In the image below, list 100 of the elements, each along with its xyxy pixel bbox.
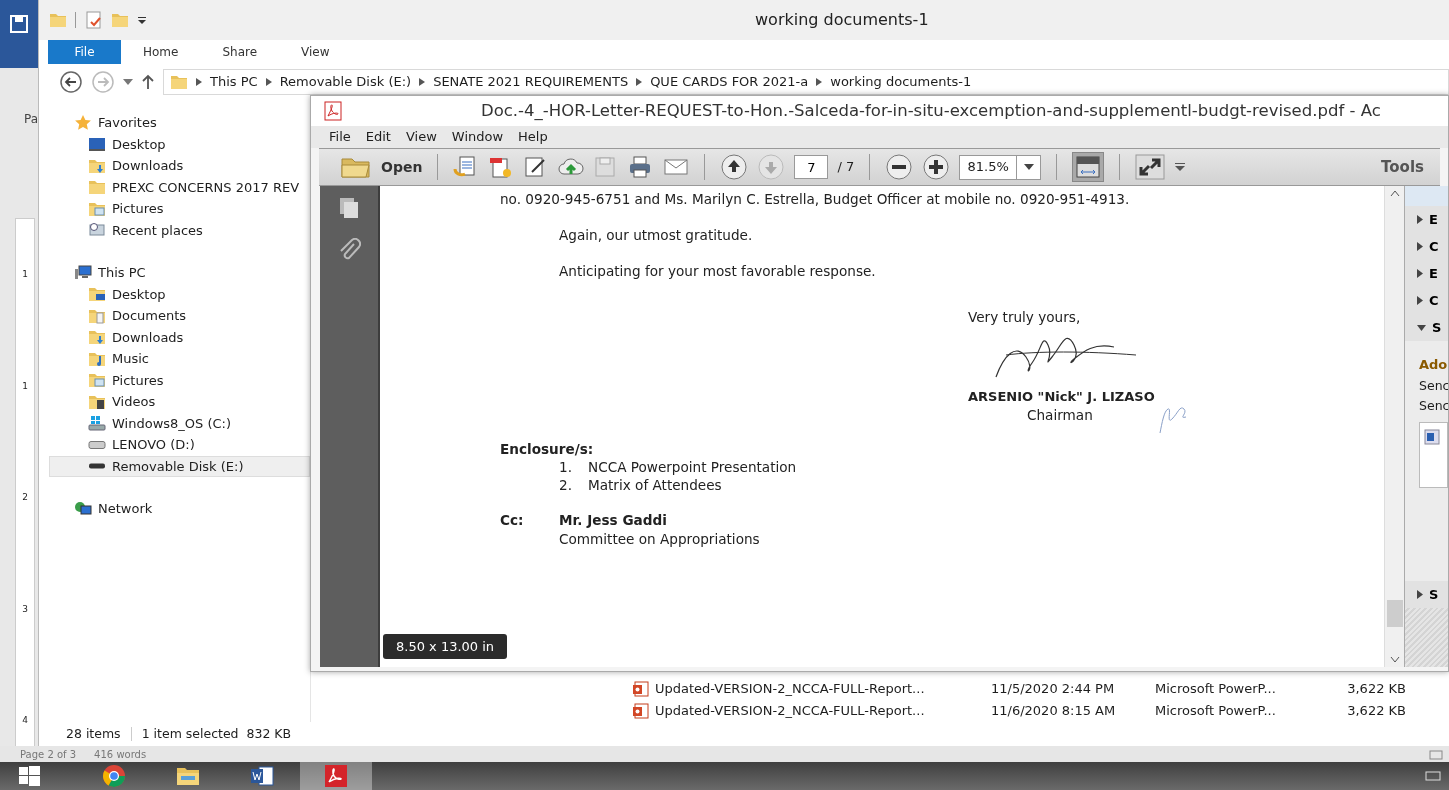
panel-section[interactable]: E — [1405, 206, 1448, 233]
scroll-down-icon[interactable] — [1389, 657, 1400, 663]
network-icon — [74, 499, 92, 518]
breadcrumb-item[interactable]: Removable Disk (E:) — [279, 72, 412, 92]
window-title: working documents-1 — [755, 9, 929, 31]
nav-item[interactable]: Videos — [49, 391, 310, 413]
zoom-in-icon[interactable] — [922, 153, 951, 181]
nav-label: Downloads — [112, 328, 184, 347]
list-item-text: NCCA Powerpoint Presentation — [588, 458, 797, 475]
ruler-number: 1 — [22, 379, 28, 393]
nav-label: PREXC CONCERNS 2017 REV — [112, 178, 300, 197]
computer-icon — [74, 263, 92, 282]
file-type: Microsoft PowerP... — [1155, 680, 1277, 699]
dropdown-icon[interactable] — [1023, 164, 1034, 170]
zoom-field[interactable]: 81.5% — [959, 154, 1042, 180]
view-icon — [1429, 749, 1443, 760]
zoom-out-icon[interactable] — [885, 153, 914, 181]
signatory-title: Chairman — [1026, 406, 1094, 423]
presentation-file-icon — [633, 681, 649, 697]
breadcrumb-item[interactable]: working documents-1 — [830, 72, 972, 92]
nav-label: LENOVO (D:) — [112, 436, 195, 454]
pictures-folder-icon — [88, 371, 106, 390]
nav-item[interactable]: Music — [49, 348, 310, 370]
pdf-icon — [324, 764, 348, 788]
nav-label: Desktop — [112, 285, 166, 304]
tools-button[interactable]: Tools — [1375, 154, 1430, 180]
ruler-number: 1 — [22, 268, 28, 282]
address-bar[interactable]: This PC Removable Disk (E:) SENATE 2021 REQUIREMENTS QUE CARDS FOR 2021-a working documents-1 — [163, 69, 1449, 95]
nav-item[interactable]: Downloads — [49, 155, 310, 177]
menu-item[interactable]: View — [405, 127, 437, 147]
panel-section[interactable]: S — [1405, 314, 1448, 341]
menu-item[interactable]: Window — [451, 127, 504, 147]
paragraph: Again, our utmost gratitude. — [558, 226, 754, 243]
nav-header[interactable]: Network — [98, 499, 153, 519]
folder-icon — [170, 73, 188, 91]
save-icon — [9, 14, 29, 34]
up-icon[interactable] — [141, 74, 155, 90]
nav-header[interactable]: Favorites — [98, 113, 157, 133]
ribbon-tab[interactable]: File — [48, 40, 121, 64]
nav-item[interactable]: PREXC CONCERNS 2017 REV — [49, 176, 310, 198]
cc-name: Mr. Jess Gaddi — [559, 511, 667, 528]
back-icon[interactable] — [59, 70, 83, 94]
scrollbar[interactable] — [1384, 186, 1404, 667]
dropdown-icon[interactable] — [137, 15, 147, 25]
list-number: 2. — [559, 476, 572, 493]
nav-label: Videos — [112, 393, 156, 411]
menu-item[interactable]: Help — [518, 127, 548, 147]
nav-item[interactable]: Windows8_OS (C:) — [49, 412, 310, 434]
presentation-file-icon — [633, 703, 649, 719]
scroll-thumb[interactable] — [1386, 600, 1403, 627]
desktop-folder-icon — [88, 285, 106, 304]
page-number-field[interactable]: 7 — [794, 155, 829, 179]
nav-header[interactable]: This PC — [98, 263, 146, 283]
panel-text: Senc — [1419, 376, 1448, 395]
nav-item[interactable]: LENOVO (D:) — [49, 434, 310, 456]
expand-arrow-icon — [1417, 215, 1423, 224]
nav-item[interactable]: Recent places — [49, 219, 310, 241]
nav-item[interactable]: Desktop — [49, 133, 310, 155]
panel-section[interactable]: S — [1405, 581, 1448, 608]
expand-arrow-icon — [1417, 590, 1423, 599]
customize-icon[interactable] — [1174, 162, 1187, 172]
panel-header — [1405, 186, 1448, 206]
nav-item[interactable]: Pictures — [49, 369, 310, 391]
drive-icon — [88, 440, 106, 449]
panel-section[interactable]: E — [1405, 260, 1448, 287]
signatory-name: ARSENIO "Nick" J. LIZASO — [968, 388, 1156, 405]
menu-item[interactable]: Edit — [365, 127, 391, 147]
breadcrumb-item[interactable]: This PC — [210, 72, 258, 92]
nav-item[interactable]: Downloads — [49, 326, 310, 348]
breadcrumb-item[interactable]: SENATE 2021 REQUIREMENTS — [433, 72, 629, 92]
open-button[interactable]: Open — [341, 156, 423, 178]
selection-info: 1 item selected 832 KB — [141, 724, 292, 743]
panel-section[interactable]: C — [1405, 287, 1448, 314]
previous-page-icon[interactable] — [720, 153, 749, 181]
menu-item[interactable]: File — [329, 127, 351, 147]
nav-item[interactable]: Pictures — [49, 198, 310, 220]
ribbon-label: Pa — [24, 112, 39, 126]
file-name[interactable]: Updated-VERSION-2_NCCA-FULL-Report... — [655, 701, 985, 721]
keyboard-icon[interactable] — [1425, 771, 1441, 781]
scroll-up-icon[interactable] — [1389, 190, 1400, 196]
file-type: Microsoft PowerP... — [1155, 702, 1277, 721]
paragraph: no. 0920-945-6751 and Ms. Marilyn C. Estrella, Budget Officer at mobile no. 0920-951-4913. — [500, 190, 1131, 207]
nav-item[interactable]: Desktop — [49, 283, 310, 305]
ribbon-tab[interactable]: Home — [121, 40, 201, 64]
fit-page-button[interactable] — [1072, 152, 1105, 182]
pages-icon[interactable] — [337, 196, 361, 220]
nav-item[interactable]: Documents — [49, 305, 310, 327]
file-date: 11/6/2020 8:15 AM — [991, 702, 1117, 721]
nav-label: Music — [112, 350, 149, 368]
nav-item[interactable]: Removable Disk (E:) — [49, 455, 310, 477]
properties-icon[interactable] — [85, 11, 103, 29]
breadcrumb-item[interactable]: QUE CARDS FOR 2021-a — [650, 72, 809, 92]
ribbon-tab[interactable]: View — [279, 40, 352, 64]
full-screen-button[interactable] — [1135, 154, 1166, 180]
panel-section[interactable]: C — [1405, 233, 1448, 260]
chevron-icon — [196, 78, 202, 86]
file-name[interactable]: Updated-VERSION-2_NCCA-FULL-Report... — [655, 679, 985, 699]
ribbon-tab[interactable]: Share — [200, 40, 280, 64]
system-drive-icon — [88, 414, 106, 433]
nav-label: Recent places — [112, 221, 203, 240]
